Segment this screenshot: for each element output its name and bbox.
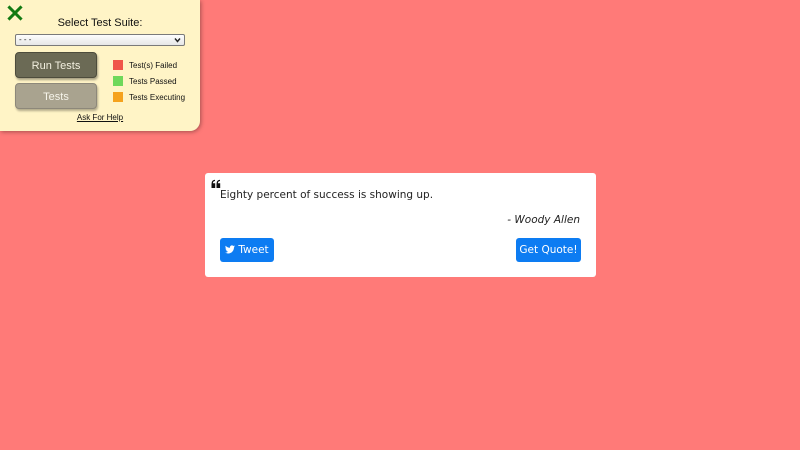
get-quote-button[interactable]: Get Quote! [516, 238, 581, 262]
legend-label-passed: Tests Passed [129, 76, 177, 86]
quote-text: Eighty percent of success is showing up. [220, 189, 434, 201]
executing-swatch [113, 92, 123, 102]
quote-left-icon [211, 179, 221, 188]
test-legend: Test(s) Failed Tests Passed Tests Execut… [113, 57, 185, 105]
legend-item-passed: Tests Passed [113, 73, 185, 89]
legend-label-executing: Tests Executing [129, 92, 186, 102]
tweet-button[interactable]: Tweet [220, 238, 274, 262]
tweet-label: Tweet [238, 244, 269, 256]
suite-select-value: - - - [19, 35, 32, 44]
failed-swatch [113, 60, 123, 70]
quote-author: - Woody Allen [507, 214, 580, 226]
legend-item-failed: Test(s) Failed [113, 57, 185, 73]
suite-title: Select Test Suite: [57, 17, 143, 29]
tests-button[interactable]: Tests [15, 83, 97, 109]
suite-select[interactable]: - - - [15, 34, 185, 46]
legend-label-failed: Test(s) Failed [129, 60, 178, 70]
passed-swatch [113, 76, 123, 86]
twitter-icon [225, 245, 236, 254]
chevron-down-icon [174, 38, 181, 43]
legend-item-executing: Tests Executing [113, 89, 185, 105]
run-tests-button[interactable]: Run Tests [15, 52, 97, 78]
test-suite-panel: Select Test Suite: - - - Run Tests Tests… [0, 0, 200, 131]
ask-for-help-link[interactable]: Ask For Help [0, 113, 200, 122]
quote-box: Eighty percent of success is showing up.… [205, 173, 596, 277]
